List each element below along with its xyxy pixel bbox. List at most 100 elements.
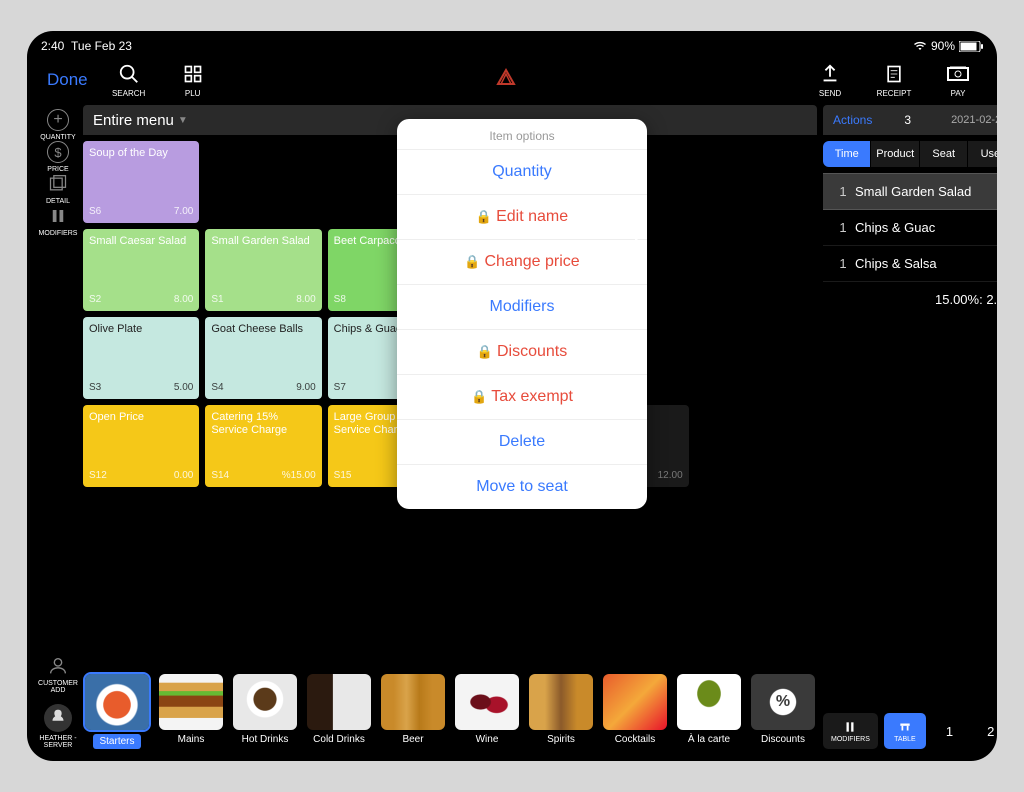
category-image <box>85 674 149 730</box>
popover-discounts[interactable]: 🔒Discounts <box>397 329 647 374</box>
category-image <box>455 674 519 730</box>
item-options-popover: Item options Quantity🔒Edit name🔒Change p… <box>397 119 647 509</box>
menu-tile[interactable]: Goat Cheese BallsS49.00 <box>205 317 321 399</box>
order-summary: 15.00%: 2.10 (16.10) <box>823 282 997 317</box>
avatar-icon <box>44 704 72 732</box>
lock-icon: 🔒 <box>477 344 493 359</box>
wifi-icon <box>913 41 927 51</box>
user-icon <box>47 655 69 677</box>
chevron-down-icon: ▼ <box>178 115 188 126</box>
actions-button[interactable]: Actions <box>833 113 872 127</box>
plus-icon: + <box>47 109 69 131</box>
popover-delete[interactable]: Delete <box>397 419 647 464</box>
battery-percent: 90% <box>931 39 955 53</box>
pay-icon <box>946 62 970 86</box>
receipt-button[interactable]: RECEIPT <box>869 62 919 98</box>
seat-2-button[interactable]: 2 <box>973 718 997 745</box>
popover-tax-exempt[interactable]: 🔒Tax exempt <box>397 374 647 419</box>
category-image <box>159 674 223 730</box>
popover-edit-name[interactable]: 🔒Edit name <box>397 194 647 239</box>
order-timestamp: 2021-02-23, 2:39 PM <box>951 114 997 126</box>
mods-icon <box>47 205 69 227</box>
receipt-icon <box>882 62 906 86</box>
grid-icon <box>181 62 205 86</box>
order-list: 1Small Garden Salad8.001Chips & Guac6.00… <box>823 173 997 282</box>
tab-seat[interactable]: Seat <box>920 141 968 167</box>
popover-title: Item options <box>397 119 647 149</box>
category-image <box>307 674 371 730</box>
actions-bar: Actions 3 2021-02-23, 2:39 PM <box>823 105 997 135</box>
left-rail: +QUANTITY$PRICEDETAILMODIFIERS CUSTOMER … <box>33 105 83 755</box>
done-button[interactable]: Done <box>41 70 94 90</box>
category-cocktails[interactable]: Cocktails <box>601 674 669 749</box>
category-beer[interactable]: Beer <box>379 674 447 749</box>
category-image <box>381 674 445 730</box>
current-user[interactable]: HEATHER - SERVER <box>33 704 83 749</box>
category-discounts[interactable]: Discounts <box>749 674 817 749</box>
category-hot-drinks[interactable]: Hot Drinks <box>231 674 299 749</box>
category-image <box>677 674 741 730</box>
category-à-la-carte[interactable]: À la carte <box>675 674 743 749</box>
order-item[interactable]: 1Small Garden Salad8.00 <box>823 173 997 210</box>
menu-tile[interactable]: Catering 15% Service ChargeS14%15.00 <box>205 405 321 487</box>
tab-user[interactable]: User <box>968 141 997 167</box>
detail-icon <box>47 173 69 195</box>
modifiers-icon <box>843 720 857 734</box>
dollar-icon: $ <box>47 141 69 163</box>
menu-tile[interactable]: Small Caesar SaladS28.00 <box>83 229 199 311</box>
table-icon <box>898 720 912 734</box>
category-spirits[interactable]: Spirits <box>527 674 595 749</box>
toolbar: Done SEARCH PLU SEND RECEIPT PAY <box>33 55 991 105</box>
pos-app: 2:40 Tue Feb 23 90% Done SEARCH PLU SEND R… <box>27 31 997 761</box>
category-image <box>603 674 667 730</box>
category-wine[interactable]: Wine <box>453 674 521 749</box>
order-item[interactable]: 1Chips & Salsa0.00 <box>823 246 997 282</box>
price-button[interactable]: $PRICE <box>39 141 78 173</box>
quantity-button[interactable]: +QUANTITY <box>39 109 78 141</box>
lock-icon: 🔒 <box>476 209 492 224</box>
search-button[interactable]: SEARCH <box>104 62 154 98</box>
modifiers-button[interactable]: MODIFIERS <box>823 713 878 749</box>
order-tabs: TimeProductSeatUserCourse <box>823 141 997 167</box>
order-item[interactable]: 1Chips & Guac6.00 <box>823 210 997 246</box>
lock-icon: 🔒 <box>464 254 480 269</box>
search-icon <box>117 62 141 86</box>
status-right: 90% <box>913 39 983 53</box>
category-mains[interactable]: Mains <box>157 674 225 749</box>
toolbar-left: SEARCH PLU <box>104 62 218 98</box>
menu-tile[interactable]: Open PriceS120.00 <box>83 405 199 487</box>
category-cold-drinks[interactable]: Cold Drinks <box>305 674 373 749</box>
order-count: 3 <box>904 113 911 127</box>
battery-icon <box>959 41 983 52</box>
lock-icon: 🔒 <box>471 389 487 404</box>
status-bar: 2:40 Tue Feb 23 90% <box>33 37 991 55</box>
category-image <box>751 674 815 730</box>
send-button[interactable]: SEND <box>805 62 855 98</box>
popover-quantity[interactable]: Quantity <box>397 149 647 194</box>
order-panel: Actions 3 2021-02-23, 2:39 PM TimeProduc… <box>817 105 997 755</box>
menu-tile[interactable]: Olive PlateS35.00 <box>83 317 199 399</box>
plu-button[interactable]: PLU <box>168 62 218 98</box>
app-logo <box>494 68 518 92</box>
detail-button[interactable]: DETAIL <box>39 173 78 205</box>
popover-change-price[interactable]: 🔒Change price <box>397 239 647 284</box>
category-image <box>233 674 297 730</box>
customer-add-button[interactable]: CUSTOMER ADD <box>34 655 82 694</box>
order-bottom-bar: MODIFIERS TABLE 1 2 Total due: 16.10 <box>823 713 997 755</box>
tab-product[interactable]: Product <box>871 141 919 167</box>
status-time-date: 2:40 Tue Feb 23 <box>41 39 132 53</box>
toolbar-right: SEND RECEIPT PAY <box>805 62 983 98</box>
menu-tile[interactable]: Small Garden SaladS18.00 <box>205 229 321 311</box>
seat-1-button[interactable]: 1 <box>932 718 967 745</box>
modifiers-button[interactable]: MODIFIERS <box>39 205 78 237</box>
category-strip: StartersMainsHot DrinksCold DrinksBeerWi… <box>83 668 817 755</box>
popover-modifiers[interactable]: Modifiers <box>397 284 647 329</box>
tab-time[interactable]: Time <box>823 141 871 167</box>
pay-button[interactable]: PAY <box>933 62 983 98</box>
table-button[interactable]: TABLE <box>884 713 926 749</box>
category-starters[interactable]: Starters <box>83 674 151 749</box>
send-icon <box>818 62 842 86</box>
popover-move-to-seat[interactable]: Move to seat <box>397 464 647 509</box>
menu-tile[interactable]: Soup of the DayS67.00 <box>83 141 199 223</box>
category-image <box>529 674 593 730</box>
